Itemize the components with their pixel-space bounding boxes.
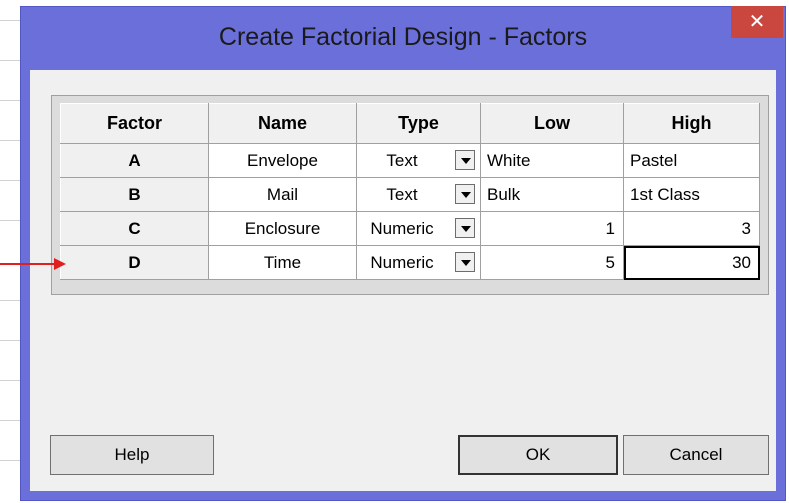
header-row: Factor Name Type Low High: [60, 103, 760, 144]
name-cell[interactable]: Envelope: [208, 143, 357, 178]
low-cell[interactable]: 5: [480, 245, 624, 280]
dialog-title: Create Factorial Design - Factors: [218, 23, 588, 51]
dialog-client-area: Factor Name Type Low High A Envelope Tex…: [30, 70, 776, 491]
table-row: D Time Numeric 5 30: [60, 245, 760, 280]
row-header-factor: B: [60, 177, 209, 212]
factors-grid: Factor Name Type Low High A Envelope Tex…: [51, 95, 769, 295]
row-header-factor: D: [60, 245, 209, 280]
high-cell-active[interactable]: 30: [623, 245, 760, 280]
column-header-name: Name: [208, 103, 357, 144]
type-select[interactable]: Numeric: [356, 245, 481, 280]
column-header-high: High: [623, 103, 760, 144]
type-value: Numeric: [370, 219, 434, 238]
dropdown-arrow-icon[interactable]: [455, 150, 475, 170]
type-value: Numeric: [370, 253, 434, 272]
type-select[interactable]: Text: [356, 177, 481, 212]
high-cell[interactable]: 1st Class: [623, 177, 760, 212]
type-select[interactable]: Text: [356, 143, 481, 178]
dropdown-arrow-icon[interactable]: [455, 184, 475, 204]
high-cell[interactable]: 3: [623, 211, 760, 246]
dropdown-arrow-icon[interactable]: [455, 252, 475, 272]
row-header-factor: C: [60, 211, 209, 246]
table-row: A Envelope Text White Pastel: [60, 143, 760, 178]
background-sheet: [0, 0, 20, 503]
low-cell[interactable]: White: [480, 143, 624, 178]
close-button[interactable]: ✕: [731, 6, 783, 38]
name-cell[interactable]: Time: [208, 245, 357, 280]
type-value: Text: [386, 151, 418, 170]
title-bar: Create Factorial Design - Factors ✕: [21, 6, 785, 69]
ok-button[interactable]: OK: [458, 435, 618, 475]
close-icon: ✕: [748, 9, 766, 33]
table-row: C Enclosure Numeric 1 3: [60, 211, 760, 246]
type-select[interactable]: Numeric: [356, 211, 481, 246]
cancel-button[interactable]: Cancel: [623, 435, 769, 475]
name-cell[interactable]: Mail: [208, 177, 357, 212]
column-header-type: Type: [356, 103, 481, 144]
factors-dialog: Create Factorial Design - Factors ✕ Fact…: [20, 6, 786, 501]
table-row: B Mail Text Bulk 1st Class: [60, 177, 760, 212]
arrow-head: [54, 258, 66, 270]
column-header-factor: Factor: [60, 103, 209, 144]
dropdown-arrow-icon[interactable]: [455, 218, 475, 238]
row-header-factor: A: [60, 143, 209, 178]
help-button[interactable]: Help: [50, 435, 214, 475]
high-cell[interactable]: Pastel: [623, 143, 760, 178]
factors-table: Factor Name Type Low High A Envelope Tex…: [60, 103, 760, 280]
type-value: Text: [386, 185, 418, 204]
low-cell[interactable]: Bulk: [480, 177, 624, 212]
column-header-low: Low: [480, 103, 624, 144]
low-cell[interactable]: 1: [480, 211, 624, 246]
name-cell[interactable]: Enclosure: [208, 211, 357, 246]
annotation-arrow: [0, 258, 66, 270]
